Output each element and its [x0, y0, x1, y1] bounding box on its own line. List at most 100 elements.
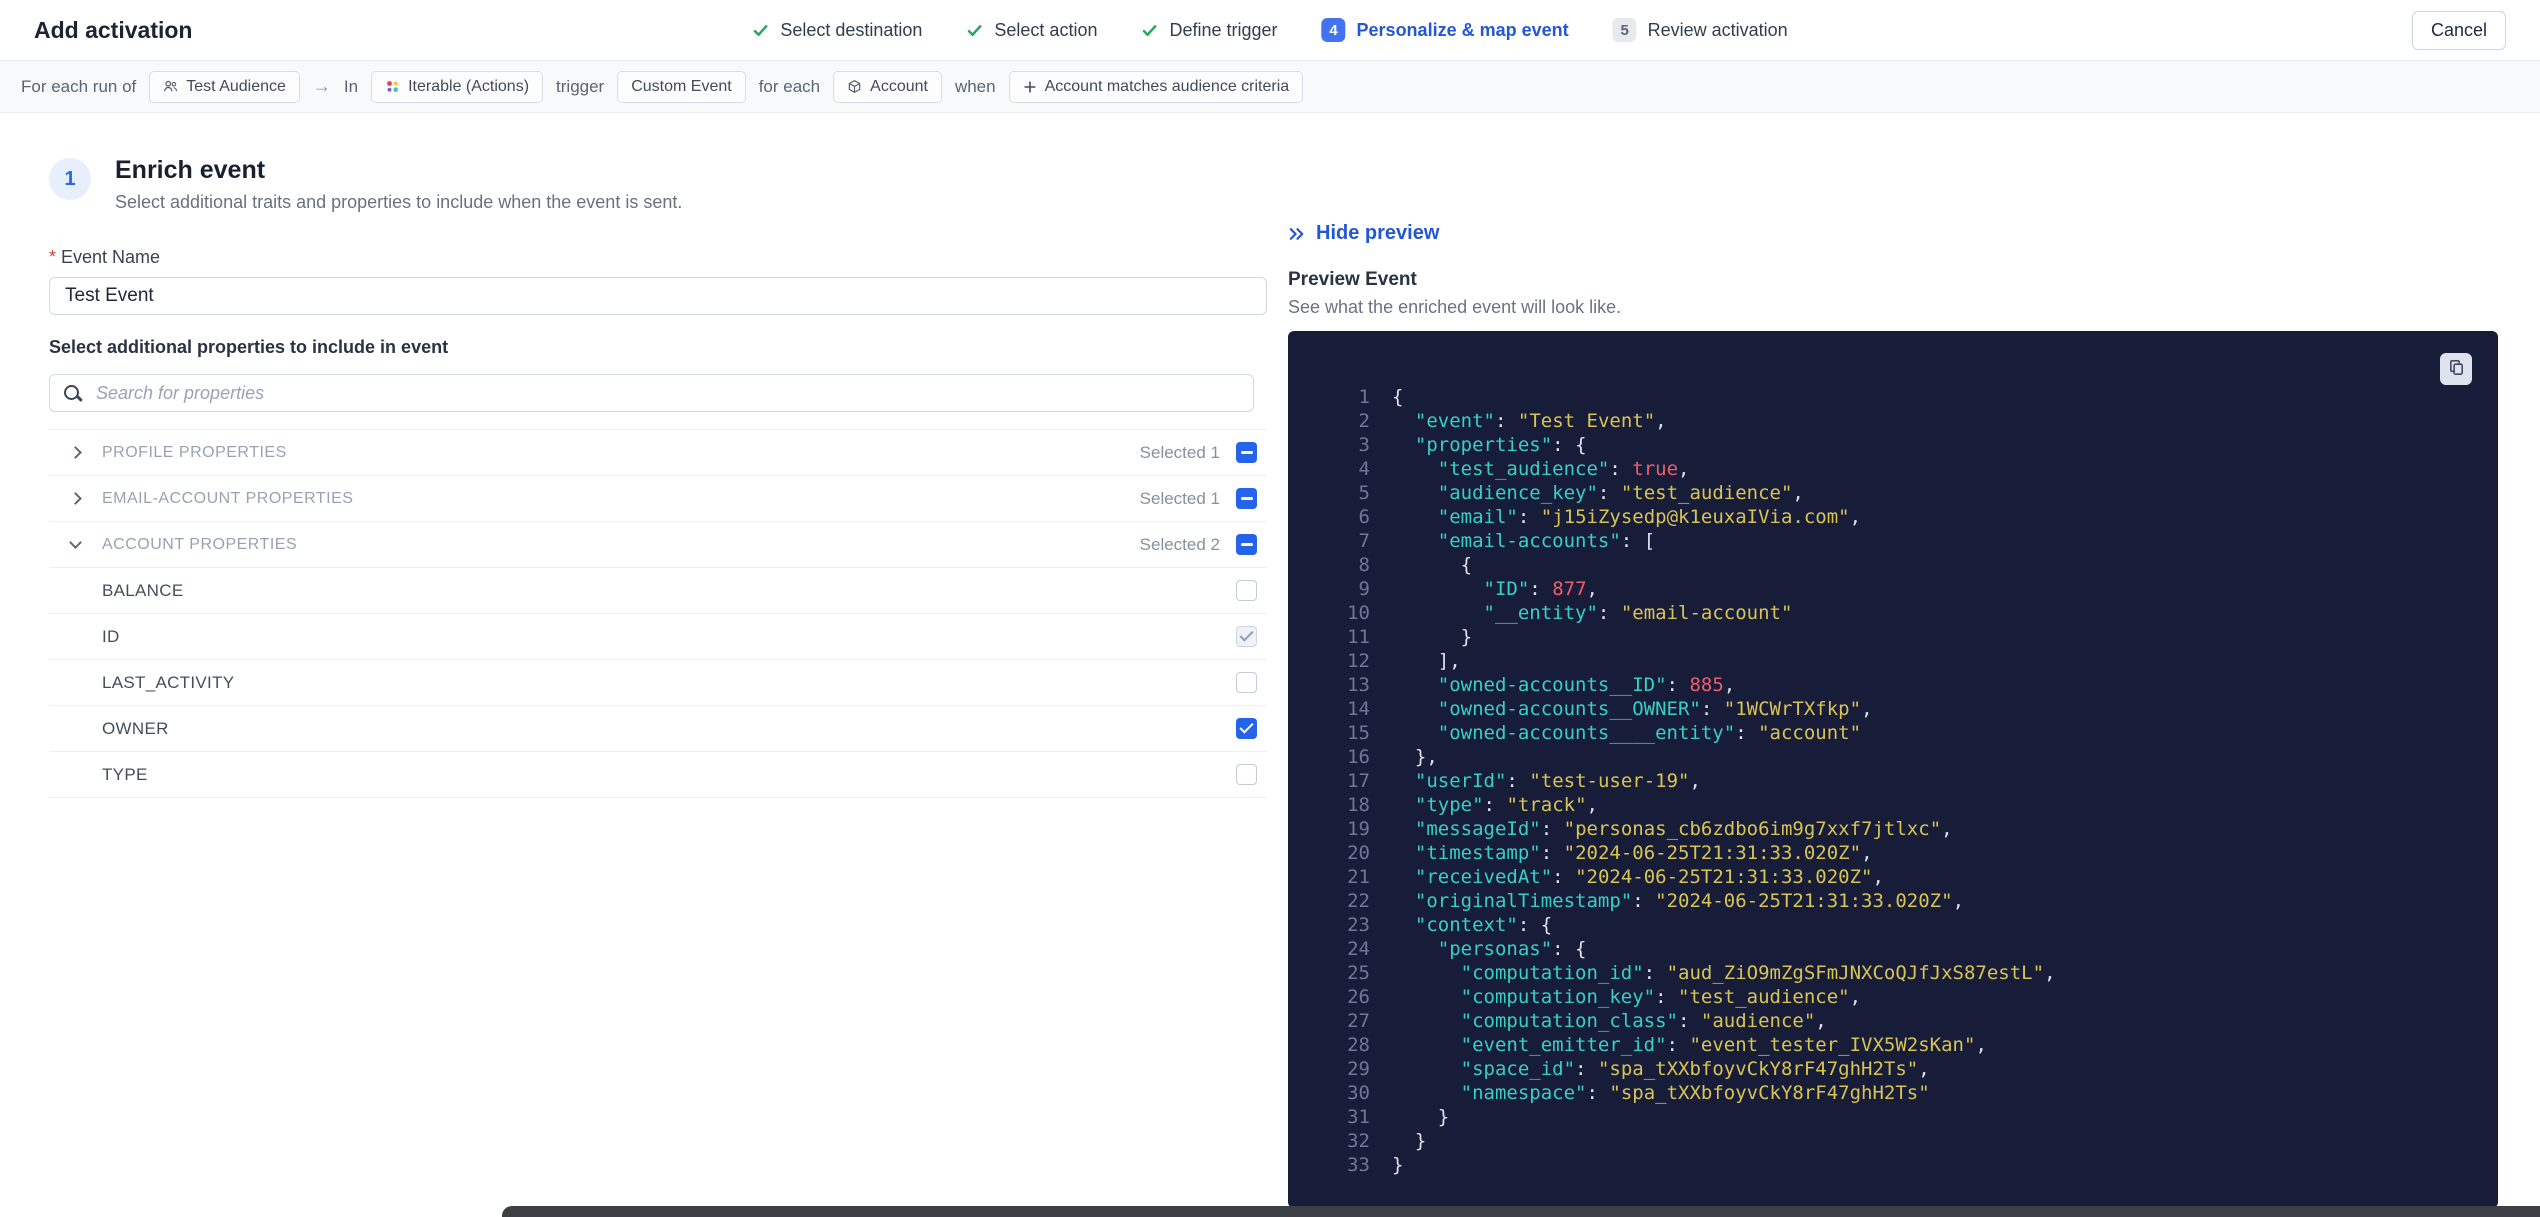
code-text: "namespace": "spa_tXXbfoyvCkY8rF47ghH2Ts… [1460, 1081, 1930, 1104]
code-text: } [1392, 625, 1473, 648]
top-bar: Add activation Select destination Select … [0, 0, 2540, 61]
step-select-action[interactable]: Select action [966, 20, 1097, 41]
line-number: 27 [1347, 1009, 1370, 1032]
line-number: 29 [1347, 1057, 1370, 1080]
step-select-destination[interactable]: Select destination [752, 20, 922, 41]
code-line: 8 { [1328, 553, 2478, 577]
property-row-last-activity[interactable]: LAST_ACTIVITY [49, 660, 1267, 706]
selected-count-label: Selected 1 [1139, 488, 1220, 508]
iterable-icon [385, 79, 400, 94]
line-number: 32 [1347, 1129, 1370, 1152]
code-text: } [1392, 1129, 1427, 1152]
chip-label: Account [870, 77, 928, 95]
property-label: ID [102, 626, 120, 646]
line-number: 2 [1358, 409, 1370, 432]
code-line: 28 "event_emitter_id": "event_tester_IVX… [1328, 1033, 2478, 1057]
line-number: 3 [1358, 433, 1370, 456]
code-line: 24 "personas": { [1328, 937, 2478, 961]
audience-chip[interactable]: Test Audience [149, 70, 300, 103]
chevron-right-icon [69, 492, 82, 505]
event-name-label-text: Event Name [61, 247, 161, 267]
property-search[interactable] [49, 374, 1254, 412]
context-bar: For each run of Test Audience → In Iterable … [0, 61, 2540, 113]
property-checkbox[interactable] [1236, 580, 1257, 601]
selected-count-label: Selected 1 [1139, 442, 1220, 462]
trigger-chip[interactable]: Custom Event [617, 70, 746, 103]
copy-icon [2447, 358, 2466, 380]
property-group-email-account-properties[interactable]: EMAIL-ACCOUNT PROPERTIES Selected 1 [49, 476, 1267, 522]
code-line: 19 "messageId": "personas_cb6zdbo6im9g7x… [1328, 817, 2478, 841]
chip-label: Custom Event [631, 77, 732, 95]
property-checkbox [1236, 626, 1257, 647]
code-text: { [1392, 385, 1404, 408]
code-line: 26 "computation_key": "test_audience", [1328, 985, 2478, 1009]
property-label: LAST_ACTIVITY [102, 672, 235, 692]
group-checkbox[interactable] [1236, 534, 1257, 555]
bottom-dock [502, 1206, 2540, 1217]
account-icon [847, 79, 862, 94]
code-text: "receivedAt": "2024-06-25T21:31:33.020Z"… [1414, 865, 1884, 888]
hide-preview-link[interactable]: Hide preview [1288, 222, 1439, 245]
property-label: BALANCE [102, 580, 184, 600]
event-name-input[interactable] [49, 277, 1267, 315]
property-checkbox[interactable] [1236, 764, 1257, 785]
plus-icon [1023, 80, 1037, 94]
code-text: "userId": "test-user-19", [1414, 769, 1701, 792]
code-line: 21 "receivedAt": "2024-06-25T21:31:33.02… [1328, 865, 2478, 889]
step-define-trigger[interactable]: Define trigger [1141, 19, 1278, 41]
preview-title: Preview Event [1288, 268, 1417, 290]
code-text: "properties": { [1414, 433, 1587, 456]
step-label: Select destination [780, 19, 923, 40]
preview-panel: Hide preview Preview Event See what the … [1288, 222, 2498, 1208]
property-row-type[interactable]: TYPE [49, 752, 1267, 798]
step-number-circle: 1 [49, 158, 91, 200]
property-row-id[interactable]: ID [49, 614, 1267, 660]
code-text: "owned-accounts__ID": 885, [1437, 673, 1736, 696]
line-number: 9 [1358, 577, 1370, 600]
code-line: 9 "ID": 877, [1328, 577, 2478, 601]
event-name-label: * Event Name [49, 247, 1267, 268]
code-line: 22 "originalTimestamp": "2024-06-25T21:3… [1328, 889, 2478, 913]
property-checkbox[interactable] [1236, 718, 1257, 739]
cancel-button[interactable]: Cancel [2411, 10, 2506, 50]
code-text: "event_emitter_id": "event_tester_IVX5W2… [1460, 1033, 1987, 1056]
code-text: "type": "track", [1414, 793, 1598, 816]
properties-list: PROFILE PROPERTIES Selected 1 EMAIL-ACCOUN… [49, 429, 1267, 798]
group-checkbox[interactable] [1236, 442, 1257, 463]
code-line: 32 } [1328, 1129, 2478, 1153]
property-row-balance[interactable]: BALANCE [49, 568, 1267, 614]
code-text: } [1392, 1153, 1404, 1176]
code-line: 29 "space_id": "spa_tXXbfoyvCkY8rF47ghH2… [1328, 1057, 2478, 1081]
property-group-account-properties[interactable]: ACCOUNT PROPERTIES Selected 2 [49, 522, 1267, 568]
line-number: 17 [1347, 769, 1370, 792]
property-row-owner[interactable]: OWNER [49, 706, 1267, 752]
step-label: Define trigger [1169, 19, 1278, 40]
code-line: 25 "computation_id": "aud_ZiO9mZgSFmJNXC… [1328, 961, 2478, 985]
property-group-profile-properties[interactable]: PROFILE PROPERTIES Selected 1 [49, 430, 1267, 476]
code-text: } [1392, 1105, 1450, 1128]
line-number: 1 [1358, 385, 1370, 408]
step-check-icon [966, 22, 983, 39]
destination-chip[interactable]: Iterable (Actions) [371, 70, 544, 103]
code-text: "__entity": "email-account" [1483, 601, 1793, 624]
criteria-chip[interactable]: Account matches audience criteria [1008, 70, 1304, 103]
entity-chip[interactable]: Account [833, 70, 942, 103]
line-number: 18 [1347, 793, 1370, 816]
step-label: Personalize & map event [1356, 19, 1569, 40]
group-right: Selected 1 [1140, 442, 1257, 463]
line-number: 15 [1347, 721, 1370, 744]
step-review-activation[interactable]: 5 Review activation [1612, 18, 1788, 42]
code-line: 11 } [1328, 625, 2478, 649]
code-line: 15 "owned-accounts____entity": "account" [1328, 721, 2478, 745]
code-line: 13 "owned-accounts__ID": 885, [1328, 673, 2478, 697]
group-checkbox[interactable] [1236, 488, 1257, 509]
step-check-icon [752, 22, 769, 39]
context-text-for-each-run: For each run of [21, 76, 137, 96]
property-checkbox[interactable] [1236, 672, 1257, 693]
step-personalize-map-event[interactable]: 4 Personalize & map event [1321, 18, 1569, 42]
property-label: OWNER [102, 718, 169, 738]
chip-label: Test Audience [186, 77, 286, 95]
copy-button[interactable] [2440, 352, 2472, 385]
search-input[interactable] [94, 381, 1240, 405]
line-number: 33 [1347, 1153, 1370, 1176]
